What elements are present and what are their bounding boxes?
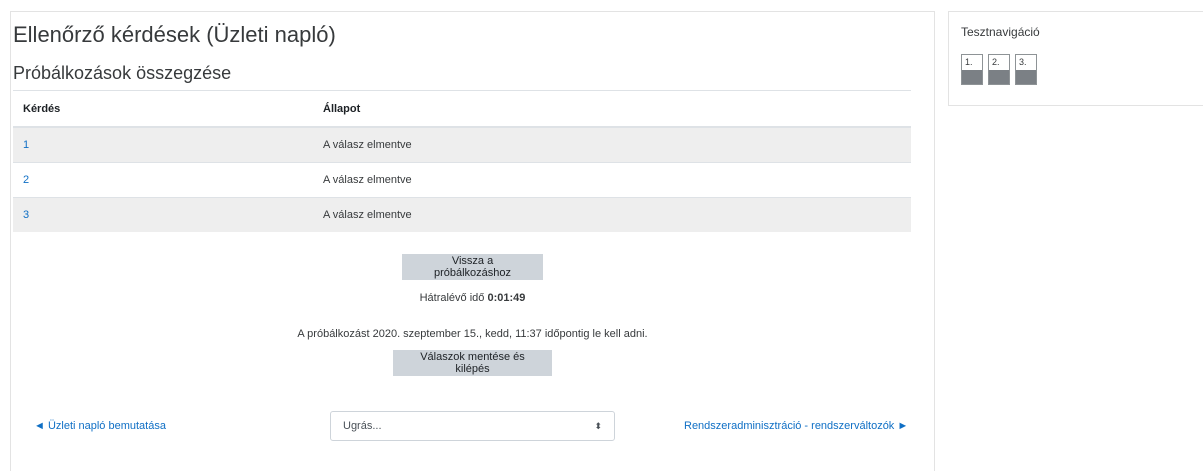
title-divider (13, 90, 911, 91)
quiz-nav-question-3[interactable]: 3. (1015, 54, 1037, 85)
quiz-navigation-block: Tesztnavigáció 1. 2. 3. (948, 11, 1203, 106)
status-cell: A válasz elmentve (313, 162, 911, 198)
column-header-status: Állapot (313, 92, 911, 128)
return-to-attempt-button[interactable]: Vissza a próbálkozáshoz (402, 254, 543, 280)
quiz-nav-question-2[interactable]: 2. (988, 54, 1010, 85)
time-remaining-value: 0:01:49 (487, 292, 526, 304)
page-title: Ellenőrző kérdések (Üzleti napló) (13, 22, 336, 47)
jump-to-select[interactable]: Ugrás... ⬍ (330, 411, 615, 441)
select-caret-icon: ⬍ (594, 420, 602, 431)
jump-to-selected-value: Ugrás... (343, 420, 382, 432)
status-cell: A válasz elmentve (313, 126, 911, 163)
answered-indicator (962, 70, 982, 84)
previous-activity-label: Üzleti napló bemutatása (47, 420, 166, 432)
quiz-nav-question-1[interactable]: 1. (961, 54, 983, 85)
attempt-summary-table: Kérdés Állapot 1 A válasz elmentve 2 A v… (13, 92, 911, 232)
quiz-nav-number: 3. (1019, 57, 1027, 67)
next-activity-label: Rendszeradminisztráció - rendszerváltozó… (684, 420, 895, 432)
arrow-right-icon: ► (897, 420, 909, 432)
answered-indicator (1016, 70, 1036, 84)
question-link-2[interactable]: 2 (23, 174, 29, 186)
table-row: 3 A válasz elmentve (13, 197, 911, 232)
question-cell: 3 (13, 197, 313, 232)
question-cell: 1 (13, 126, 313, 163)
question-link-3[interactable]: 3 (23, 209, 29, 221)
quiz-navigation-title: Tesztnavigáció (961, 25, 1040, 39)
submission-deadline: A próbálkozást 2020. szeptember 15., ked… (297, 328, 648, 340)
time-remaining-label: Hátralévő idő (419, 292, 485, 304)
next-activity-link[interactable]: Rendszeradminisztráció - rendszerváltozó… (684, 420, 908, 432)
quiz-nav-number: 2. (992, 57, 1000, 67)
status-cell: A válasz elmentve (313, 197, 911, 232)
question-cell: 2 (13, 162, 313, 198)
submit-all-and-finish-button[interactable]: Válaszok mentése és kilépés (393, 350, 552, 376)
previous-activity-link[interactable]: ◄ Üzleti napló bemutatása (34, 420, 166, 432)
section-title: Próbálkozások összegzése (13, 63, 232, 83)
table-row: 1 A válasz elmentve (13, 126, 911, 163)
table-row: 2 A válasz elmentve (13, 162, 911, 198)
quiz-nav-number: 1. (965, 57, 973, 67)
table-header-row: Kérdés Állapot (13, 92, 911, 128)
time-remaining: Hátralévő idő 0:01:49 (0, 292, 945, 304)
column-header-question: Kérdés (13, 92, 313, 128)
answered-indicator (989, 70, 1009, 84)
arrow-left-icon: ◄ (34, 420, 45, 432)
question-link-1[interactable]: 1 (23, 139, 29, 151)
